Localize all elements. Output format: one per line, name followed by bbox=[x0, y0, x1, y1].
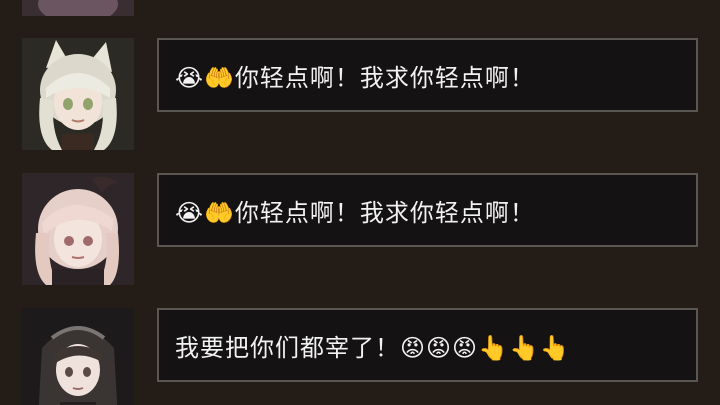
message-text-1: 😭🤲你轻点啊！我求你轻点啊！ bbox=[175, 63, 535, 92]
avatar-3[interactable] bbox=[22, 308, 134, 405]
message-text-2: 😭🤲你轻点啊！我求你轻点啊！ bbox=[175, 198, 535, 227]
dark-haired-veiled-girl-avatar-icon bbox=[22, 308, 134, 405]
chat-screen: 😭🤲你轻点啊！我求你轻点啊！ 😭🤲你轻点啊！我求你轻点啊！ 我要把你们都宰了！😡… bbox=[0, 0, 720, 405]
message-bubble-2[interactable]: 😭🤲你轻点啊！我求你轻点啊！ bbox=[157, 173, 698, 247]
message-text-3: 我要把你们都宰了！😡😡😡👆👆👆 bbox=[175, 333, 571, 362]
avatar-1[interactable] bbox=[22, 38, 134, 150]
avatar-partial-icon bbox=[22, 0, 134, 16]
white-haired-cat-ear-girl-avatar-icon bbox=[22, 38, 134, 150]
message-bubble-3[interactable]: 我要把你们都宰了！😡😡😡👆👆👆 bbox=[157, 308, 698, 382]
avatar-partial-top bbox=[22, 0, 134, 16]
message-bubble-1[interactable]: 😭🤲你轻点啊！我求你轻点啊！ bbox=[157, 38, 698, 112]
avatar-2[interactable] bbox=[22, 173, 134, 285]
pink-haired-horned-girl-avatar-icon bbox=[22, 173, 134, 285]
